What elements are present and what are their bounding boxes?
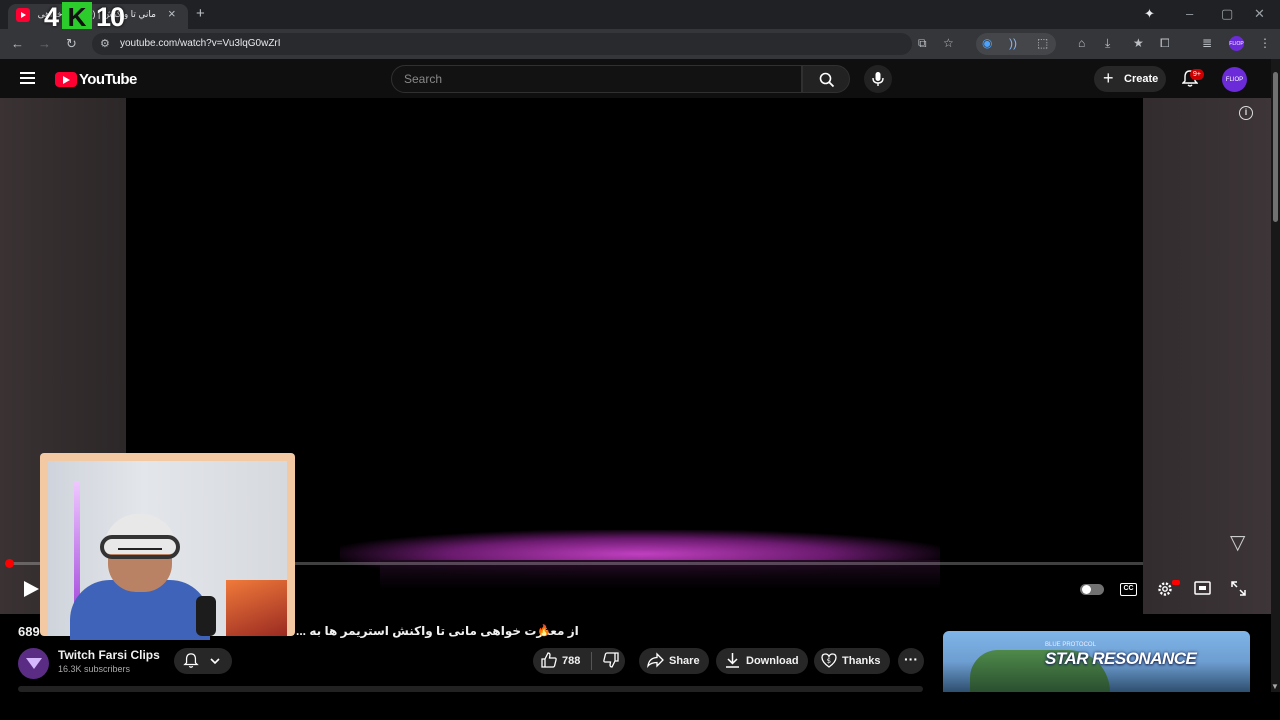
ad-title[interactable]: STAR RESONANCE <box>1045 649 1197 669</box>
ad-subtitle: BLUE PROTOCOL <box>1045 642 1096 648</box>
channel-name[interactable]: Twitch Farsi Clips <box>58 648 160 662</box>
play-button[interactable] <box>22 580 40 598</box>
extensions-puzzle-icon[interactable]: ⬚ <box>1037 36 1048 50</box>
browser-menu-icon[interactable]: ⋮ <box>1259 36 1271 50</box>
search-icon <box>819 72 835 88</box>
subscribed-button[interactable] <box>174 648 232 674</box>
watermark-right: 10 <box>96 1 125 32</box>
share-icon <box>647 652 664 673</box>
tab-close-icon[interactable]: × <box>168 6 176 21</box>
svg-text:$: $ <box>827 657 831 665</box>
theater-mode-icon[interactable] <box>1194 581 1211 600</box>
channel-avatar[interactable] <box>18 648 49 679</box>
settings-gear-icon[interactable] <box>1157 581 1173 602</box>
fullscreen-icon[interactable] <box>1231 581 1246 601</box>
download-arrow-icon <box>725 652 740 673</box>
maximize-icon[interactable]: ▢ <box>1221 6 1233 22</box>
search-button[interactable] <box>802 65 850 93</box>
scrollbar-thumb[interactable] <box>1273 72 1278 222</box>
back-icon[interactable]: ← <box>11 36 24 51</box>
description-box[interactable] <box>18 686 923 692</box>
info-icon[interactable]: i <box>1239 106 1253 120</box>
like-icon[interactable] <box>541 652 557 673</box>
sparkle-icon[interactable]: ✦ <box>1144 6 1155 22</box>
read-aloud-icon[interactable]: )) <box>1009 36 1017 50</box>
sidebar-icon[interactable]: ≣ <box>1202 36 1212 50</box>
minimize-icon[interactable]: – <box>1186 6 1193 21</box>
more-actions-button[interactable]: ··· <box>898 648 924 674</box>
download-label: Download <box>746 655 799 667</box>
thanks-label: Thanks <box>842 655 881 667</box>
like-count[interactable]: 788 <box>562 655 580 667</box>
subscriber-count: 16.3K subscribers <box>58 664 131 674</box>
facecam-glasses <box>118 548 162 558</box>
search-placeholder: Search <box>404 72 443 86</box>
autoplay-toggle[interactable] <box>1080 584 1104 595</box>
new-tab-button[interactable]: + <box>196 5 205 22</box>
notifications-badge: 9+ <box>1190 69 1204 80</box>
site-info-icon[interactable]: ⚙ <box>100 37 110 50</box>
incognito-icon[interactable]: ⌂ <box>1078 36 1085 50</box>
plus-icon: + <box>1103 68 1114 88</box>
favorites-icon[interactable]: ★ <box>1133 36 1144 50</box>
browser-tab-bar <box>0 0 1280 29</box>
microphone-icon <box>872 72 884 86</box>
bookmark-star-icon[interactable]: ☆ <box>943 36 954 50</box>
stream-watermark: 4 K 10 <box>44 1 125 32</box>
facecam-microphone <box>196 596 216 636</box>
youtube-logo-icon[interactable] <box>55 72 77 87</box>
collections-icon[interactable]: ⧠ <box>1160 36 1170 51</box>
reload-icon[interactable]: ↻ <box>66 36 77 52</box>
fire-icon: 🔥 <box>537 625 551 637</box>
bell-icon <box>183 653 199 668</box>
watermark-k: K <box>62 2 93 32</box>
youtube-logo-text[interactable]: YouTube <box>79 71 137 88</box>
voice-search-button[interactable] <box>864 65 892 93</box>
dislike-icon[interactable] <box>603 652 619 673</box>
hd-badge <box>1172 580 1180 585</box>
forward-icon[interactable]: → <box>38 36 51 51</box>
url-text[interactable]: youtube.com/watch?v=Vu3lqG0wZrI <box>120 38 281 49</box>
create-label: Create <box>1124 73 1159 85</box>
menu-icon[interactable] <box>20 72 35 87</box>
install-app-icon[interactable]: ⧉ <box>918 36 927 51</box>
watermark-left: 4 <box>44 1 59 32</box>
channel-watermark-icon[interactable]: ▽ <box>1230 530 1245 555</box>
youtube-favicon-icon <box>16 8 30 22</box>
thanks-heart-icon: $ <box>821 652 837 673</box>
progress-scrubber[interactable] <box>5 559 14 568</box>
title-views: 689 <box>18 624 40 639</box>
scroll-down-icon[interactable]: ▼ <box>1271 682 1279 691</box>
share-label: Share <box>669 655 700 667</box>
browser-profile-icon[interactable]: FLIOP <box>1229 36 1244 51</box>
search-input[interactable] <box>391 65 802 93</box>
window-close-icon[interactable]: ✕ <box>1254 6 1265 22</box>
download-icon[interactable]: ⤓ <box>1105 36 1110 51</box>
extension-icon[interactable]: ◉ <box>982 36 992 50</box>
facecam-chair <box>226 580 287 636</box>
subtitles-button[interactable]: CC <box>1120 583 1137 596</box>
play-icon <box>24 581 39 597</box>
account-avatar[interactable]: FLIOP <box>1222 67 1247 92</box>
ambient-right <box>1143 98 1271 614</box>
like-divider <box>591 652 592 670</box>
chevron-down-icon <box>210 658 220 665</box>
